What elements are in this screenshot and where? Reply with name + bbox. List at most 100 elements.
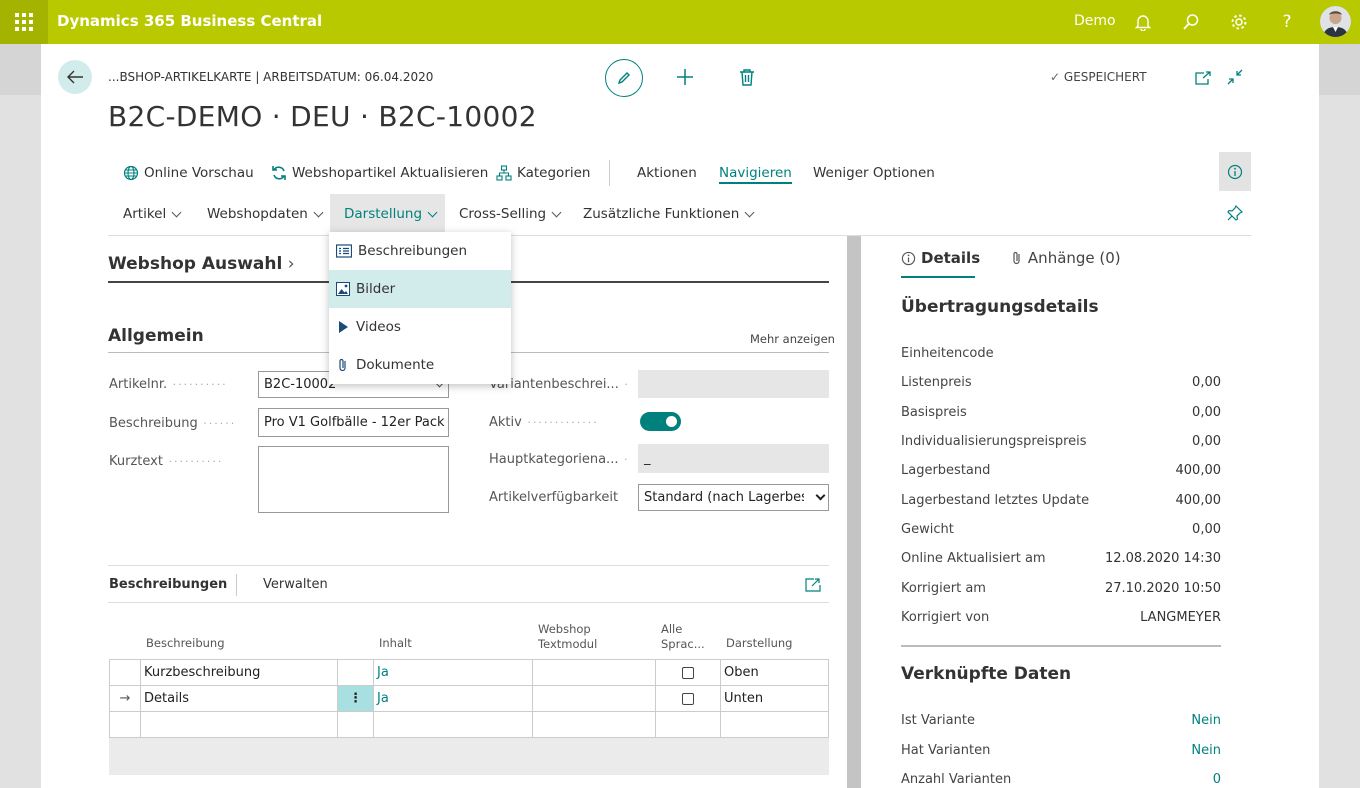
dropdown-item-beschreibungen[interactable]: Beschreibungen (329, 232, 511, 270)
kurztext-field[interactable] (258, 446, 449, 513)
app-title: Dynamics 365 Business Central (57, 12, 323, 30)
link-hat-varianten[interactable]: Nein (1191, 743, 1221, 758)
chevron-down-icon (427, 207, 438, 217)
notification-bell-icon[interactable] (1131, 10, 1155, 34)
cell-menu (338, 660, 374, 685)
play-icon (339, 321, 348, 333)
chevron-down-icon (551, 207, 562, 217)
submenu-webshopdaten[interactable]: Webshopdaten (207, 206, 324, 222)
table-row[interactable]: → Details ⋮ Ja Unten (110, 686, 828, 712)
table-row[interactable]: Kurzbeschreibung Ja Oben (110, 660, 828, 686)
tab-details[interactable]: Details (901, 249, 980, 267)
vertical-scrollbar[interactable] (847, 236, 861, 788)
edit-button[interactable] (605, 59, 643, 97)
categories-button[interactable]: Kategorien (496, 165, 590, 181)
cell-inhalt[interactable] (374, 712, 533, 737)
cell-alle-sprachen[interactable] (656, 712, 721, 737)
picture-icon (336, 282, 350, 296)
collapse-button[interactable] (1227, 69, 1243, 89)
help-icon[interactable]: ? (1275, 10, 1299, 34)
link-ist-variante[interactable]: Nein (1191, 713, 1221, 728)
cell-textmodul[interactable] (533, 712, 656, 737)
cell-beschreibung[interactable]: Details (141, 686, 338, 711)
cell-beschreibung[interactable]: Kurzbeschreibung (141, 660, 338, 685)
availability-select[interactable]: Standard (nach Lagerbestand) (638, 484, 829, 511)
link-anzahl-varianten[interactable]: 0 (1213, 772, 1221, 787)
column-header-darstellung[interactable]: Darstellung (726, 636, 792, 651)
cell-darstellung[interactable]: Oben (721, 660, 828, 685)
dropdown-item-bilder[interactable]: Bilder (329, 270, 511, 308)
submenu-artikel[interactable]: Artikel (123, 206, 182, 222)
dropdown-item-dokumente[interactable]: Dokumente (329, 346, 511, 384)
expand-lines-button[interactable] (805, 577, 821, 596)
back-button[interactable] (58, 60, 92, 94)
chevron-down-icon (744, 207, 755, 217)
cell-darstellung[interactable] (721, 712, 828, 737)
aktiv-label: Aktiv ············· (489, 415, 599, 430)
tab-verwalten[interactable]: Verwalten (263, 577, 328, 592)
cell-textmodul[interactable] (533, 686, 656, 711)
darstellung-dropdown: Beschreibungen Bilder Videos Dokumente (329, 232, 511, 384)
update-webshop-item-button[interactable]: Webshopartikel Aktualisieren (271, 165, 488, 181)
actions-menu[interactable]: Aktionen (637, 165, 697, 181)
app-launcher-button[interactable] (0, 0, 48, 44)
submenu-extra-functions[interactable]: Zusätzliche Funktionen (583, 206, 755, 222)
factbox-tabs: Details Anhänge (0) (901, 249, 1121, 270)
fb-row-gewicht: Gewicht 0,00 (901, 522, 1221, 537)
factbox-toggle-button[interactable] (1219, 152, 1251, 191)
fb-row-korrigiert-von: Korrigiert von LANGMEYER (901, 610, 1221, 625)
cell-inhalt[interactable]: Ja (374, 686, 533, 711)
checkbox[interactable] (682, 692, 694, 705)
submenu-cross-selling[interactable]: Cross-Selling (459, 206, 562, 222)
tab-attachments[interactable]: Anhänge (0) (1011, 249, 1121, 267)
lines-grid: Kurzbeschreibung Ja Oben → Details ⋮ Ja … (109, 659, 829, 738)
cell-menu (338, 712, 374, 737)
factbox-divider (901, 645, 1221, 647)
lines-header: Beschreibungen Verwalten (108, 565, 829, 603)
fb-row-basispreis: Basispreis 0,00 (901, 405, 1221, 420)
tab-beschreibungen[interactable]: Beschreibungen (109, 577, 227, 592)
cell-darstellung[interactable]: Unten (721, 686, 828, 711)
company-name[interactable]: Demo (1074, 13, 1116, 29)
online-preview-button[interactable]: Online Vorschau (123, 165, 254, 181)
cell-beschreibung[interactable] (141, 712, 338, 737)
delete-button[interactable] (739, 68, 755, 90)
cell-inhalt[interactable]: Ja (374, 660, 533, 685)
submenu-darstellung[interactable]: Darstellung (344, 206, 438, 222)
settings-gear-icon[interactable] (1227, 10, 1251, 34)
dropdown-item-videos[interactable]: Videos (329, 308, 511, 346)
checkbox[interactable] (682, 666, 694, 679)
user-avatar[interactable] (1320, 6, 1351, 37)
fb-row-lagerbestand: Lagerbestand 400,00 (901, 463, 1221, 478)
fewer-options-button[interactable]: Weniger Optionen (813, 165, 935, 181)
column-header-inhalt[interactable]: Inhalt (379, 636, 412, 651)
info-icon (901, 251, 916, 265)
general-section-title: Allgemein (108, 326, 204, 346)
fb-row-online-aktualisiert: Online Aktualisiert am 12.08.2020 14:30 (901, 551, 1221, 566)
row-menu-button[interactable]: ⋮ (338, 686, 374, 711)
column-header-alle-sprachen[interactable]: Alle Sprac... (661, 622, 709, 652)
beschreibung-field[interactable]: Pro V1 Golfbälle - 12er Pack (258, 408, 449, 437)
new-button[interactable] (676, 68, 694, 90)
open-new-window-button[interactable] (1195, 70, 1211, 89)
transfer-details-title: Übertragungsdetails (901, 297, 1099, 317)
search-icon[interactable] (1179, 10, 1203, 34)
show-more-link[interactable]: Mehr anzeigen (750, 332, 835, 346)
paperclip-icon (1013, 251, 1020, 264)
page-title: B2C-DEMO · DEU · B2C-10002 (108, 100, 537, 133)
column-header-textmodul[interactable]: Webshop Textmodul (538, 622, 598, 652)
pin-button[interactable] (1227, 204, 1244, 225)
main-category-field[interactable]: _ (638, 444, 829, 473)
table-row-empty[interactable] (110, 712, 828, 738)
pencil-icon (617, 72, 630, 85)
column-header-beschreibung[interactable]: Beschreibung (146, 636, 225, 651)
expand-icon (805, 578, 821, 592)
linked-data-title: Verknüpfte Daten (901, 664, 1072, 684)
aktiv-toggle[interactable] (640, 412, 681, 431)
fb-row-korrigiert-am: Korrigiert am 27.10.2020 10:50 (901, 581, 1221, 596)
variant-description-field (638, 370, 829, 398)
cell-textmodul[interactable] (533, 660, 656, 685)
list-icon (336, 244, 352, 258)
navigate-menu[interactable]: Navigieren (719, 165, 792, 184)
fb-row-listenpreis: Listenpreis 0,00 (901, 375, 1221, 390)
